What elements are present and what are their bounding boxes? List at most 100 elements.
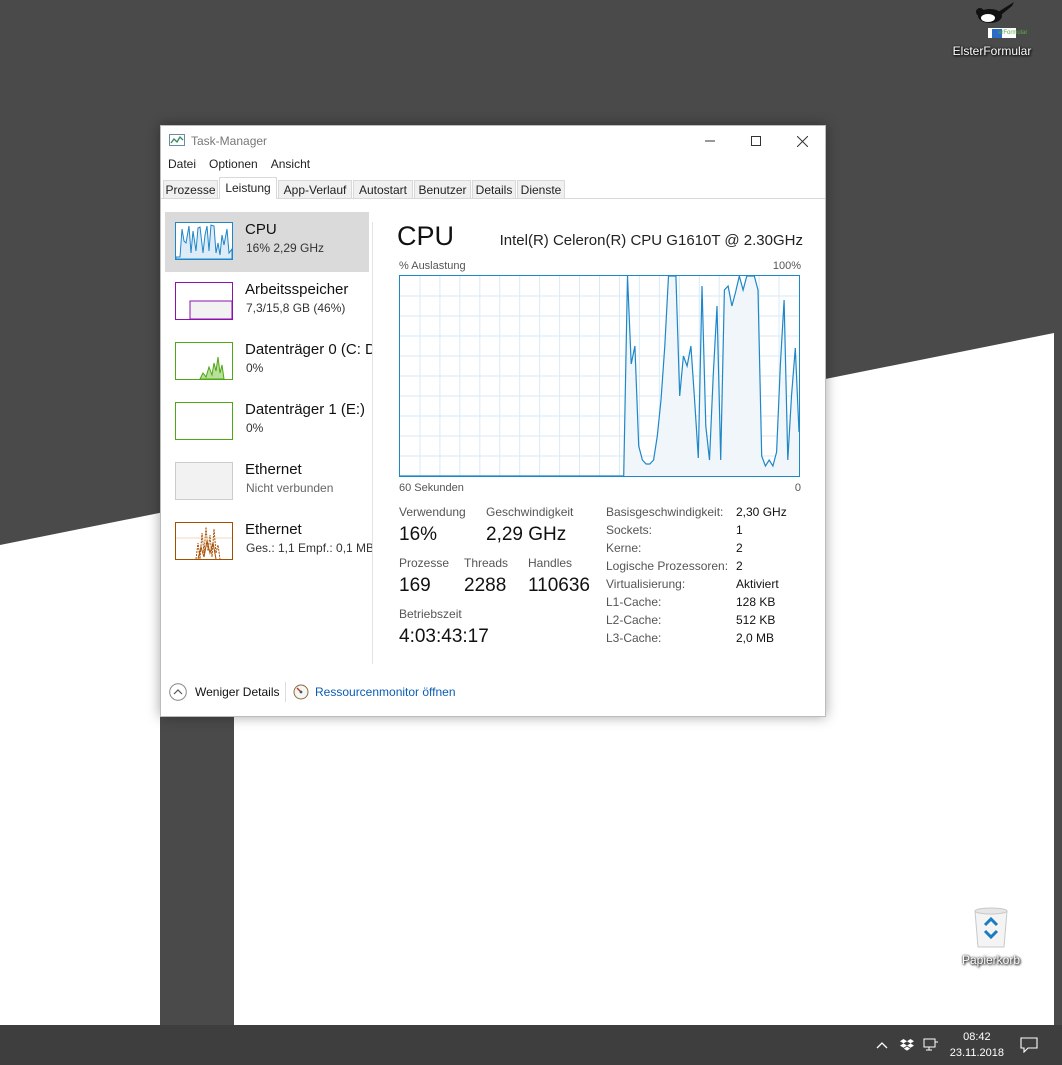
menu-ansicht[interactable]: Ansicht <box>271 157 310 175</box>
resource-list: CPU 16% 2,29 GHz Arbeitsspeicher 7,3/15,… <box>165 212 373 664</box>
graph-label-max: 100% <box>772 260 801 272</box>
panel-divider <box>372 222 373 664</box>
footer-divider <box>285 682 286 702</box>
detail-value: 512 KB <box>736 613 776 627</box>
tab-dienste[interactable]: Dienste <box>517 180 565 198</box>
detail-value: 2,30 GHz <box>736 505 787 519</box>
graph-label-utilization: % Auslastung <box>399 260 466 272</box>
sidebar-item-sub: 0% <box>246 361 264 375</box>
menu-optionen[interactable]: Optionen <box>209 157 258 175</box>
network-icon[interactable] <box>922 1025 940 1065</box>
magpie-icon: erFormular <box>968 2 1027 40</box>
detail-value: 2 <box>736 541 743 555</box>
detail-label: L2-Cache: <box>606 613 662 627</box>
less-details-link[interactable]: Weniger Details <box>195 685 279 699</box>
desktop-icon-label: Papierkorb <box>961 953 1021 967</box>
taskbar-clock[interactable]: 08:42 23.11.2018 <box>950 1029 1004 1061</box>
close-button[interactable] <box>779 126 825 156</box>
stat-value-handles: 110636 <box>528 575 590 596</box>
sidebar-item-label: Datenträger 1 (E:) <box>245 401 366 418</box>
task-manager-window: Task-Manager Datei Optionen Ansicht Proz… <box>160 125 826 717</box>
disk0-thumbnail <box>175 342 233 380</box>
tab-autostart[interactable]: Autostart <box>353 180 413 198</box>
graph-axis-left: 60 Sekunden <box>399 482 464 494</box>
clock-time: 08:42 <box>963 1031 991 1043</box>
tab-bar: Prozesse Leistung App-Verlauf Autostart … <box>161 177 825 199</box>
detail-label: L3-Cache: <box>606 631 662 645</box>
stat-value-betriebszeit: 4:03:43:17 <box>399 626 489 647</box>
minimize-button[interactable] <box>687 126 733 156</box>
title-bar[interactable]: Task-Manager <box>161 126 825 156</box>
menu-bar: Datei Optionen Ansicht <box>161 157 825 175</box>
sidebar-item-ethernet-disconnected[interactable]: Ethernet Nicht verbunden <box>165 452 369 512</box>
sidebar-item-datentraeger-1[interactable]: Datenträger 1 (E:) 0% <box>165 392 369 452</box>
detail-label: L1-Cache: <box>606 595 662 609</box>
detail-value: 2,0 MB <box>736 631 775 645</box>
sidebar-item-label: Datenträger 0 (C: D <box>245 341 373 358</box>
window-title: Task-Manager <box>191 134 268 148</box>
resource-monitor-icon[interactable] <box>293 684 309 703</box>
detail-label: Sockets: <box>606 523 653 537</box>
tab-leistung[interactable]: Leistung <box>219 177 277 199</box>
sidebar-item-sub: 16% 2,29 GHz <box>246 241 325 255</box>
tab-benutzer[interactable]: Benutzer <box>414 180 471 198</box>
tab-app-verlauf[interactable]: App-Verlauf <box>278 180 352 198</box>
task-manager-icon <box>169 134 185 153</box>
detail-value: Aktiviert <box>736 577 779 591</box>
page-title: CPU <box>397 221 455 251</box>
detail-label: Kerne: <box>606 541 642 555</box>
sidebar-item-label: Ethernet <box>245 461 302 478</box>
chevron-up-icon[interactable] <box>169 683 187 704</box>
ethernet-thumbnail <box>175 462 233 500</box>
detail-label: Basisgeschwindigkeit: <box>606 505 724 519</box>
desktop-icon-label: ElsterFormular <box>952 44 1032 58</box>
stat-value-geschwindigkeit: 2,29 GHz <box>486 524 567 545</box>
memory-thumbnail <box>175 282 233 320</box>
stat-label-threads: Threads <box>464 556 509 570</box>
sidebar-item-label: Arbeitsspeicher <box>245 281 349 298</box>
stat-value-verwendung: 16% <box>399 524 438 545</box>
detail-label: Logische Prozessoren: <box>606 559 729 573</box>
cpu-usage-graph <box>399 275 800 477</box>
stat-label-betriebszeit: Betriebszeit <box>399 607 462 621</box>
stat-label-handles: Handles <box>528 556 573 570</box>
footer-bar: Weniger Details Ressourcenmonitor öffnen <box>161 682 825 704</box>
detail-value: 128 KB <box>736 595 776 609</box>
sidebar-item-label: Ethernet <box>245 521 302 538</box>
menu-datei[interactable]: Datei <box>168 157 196 175</box>
stat-value-threads: 2288 <box>464 575 507 596</box>
recycle-bin-icon <box>971 905 1011 949</box>
detail-value: 2 <box>736 559 743 573</box>
stat-label-verwendung: Verwendung <box>399 505 466 519</box>
sidebar-item-datentraeger-0[interactable]: Datenträger 0 (C: D 0% <box>165 332 373 392</box>
tab-prozesse[interactable]: Prozesse <box>163 180 218 198</box>
tab-details[interactable]: Details <box>472 180 516 198</box>
stat-value-prozesse: 169 <box>399 575 431 596</box>
desktop-icon-recycle-bin[interactable]: Papierkorb <box>943 905 1039 967</box>
clock-date: 23.11.2018 <box>949 1047 1004 1059</box>
sidebar-item-cpu[interactable]: CPU 16% 2,29 GHz <box>165 212 369 272</box>
stat-label-prozesse: Prozesse <box>399 556 450 570</box>
disk1-thumbnail <box>175 402 233 440</box>
resource-monitor-link[interactable]: Ressourcenmonitor öffnen <box>315 685 456 699</box>
maximize-button[interactable] <box>733 126 779 156</box>
dropbox-icon[interactable] <box>899 1025 915 1065</box>
sidebar-item-sub: Ges.: 1,1 Empf.: 0,1 MBit <box>246 541 373 555</box>
sidebar-item-arbeitsspeicher[interactable]: Arbeitsspeicher 7,3/15,8 GB (46%) <box>165 272 369 332</box>
taskbar: 08:42 23.11.2018 <box>0 1025 1062 1065</box>
ethernet-thumbnail <box>175 522 233 560</box>
notifications-icon[interactable] <box>1018 1025 1040 1065</box>
graph-axis-right: 0 <box>794 482 801 494</box>
stat-label-geschwindigkeit: Geschwindigkeit <box>486 505 574 519</box>
detail-label: Virtualisierung: <box>606 577 686 591</box>
cpu-model: Intel(R) Celeron(R) CPU G1610T @ 2.30GHz <box>499 232 803 249</box>
sidebar-item-sub: 0% <box>246 421 264 435</box>
sidebar-item-sub: 7,3/15,8 GB (46%) <box>246 301 346 315</box>
detail-value: 1 <box>736 523 743 537</box>
sidebar-item-label: CPU <box>245 221 277 238</box>
chevron-up-icon[interactable] <box>874 1025 890 1065</box>
cpu-usage-chart <box>400 275 800 477</box>
sidebar-item-ethernet[interactable]: Ethernet Ges.: 1,1 Empf.: 0,1 MBit <box>165 512 373 572</box>
desktop-icon-elsterformular[interactable]: erFormular ElsterFormular <box>944 2 1040 58</box>
sidebar-item-sub: Nicht verbunden <box>246 481 334 495</box>
